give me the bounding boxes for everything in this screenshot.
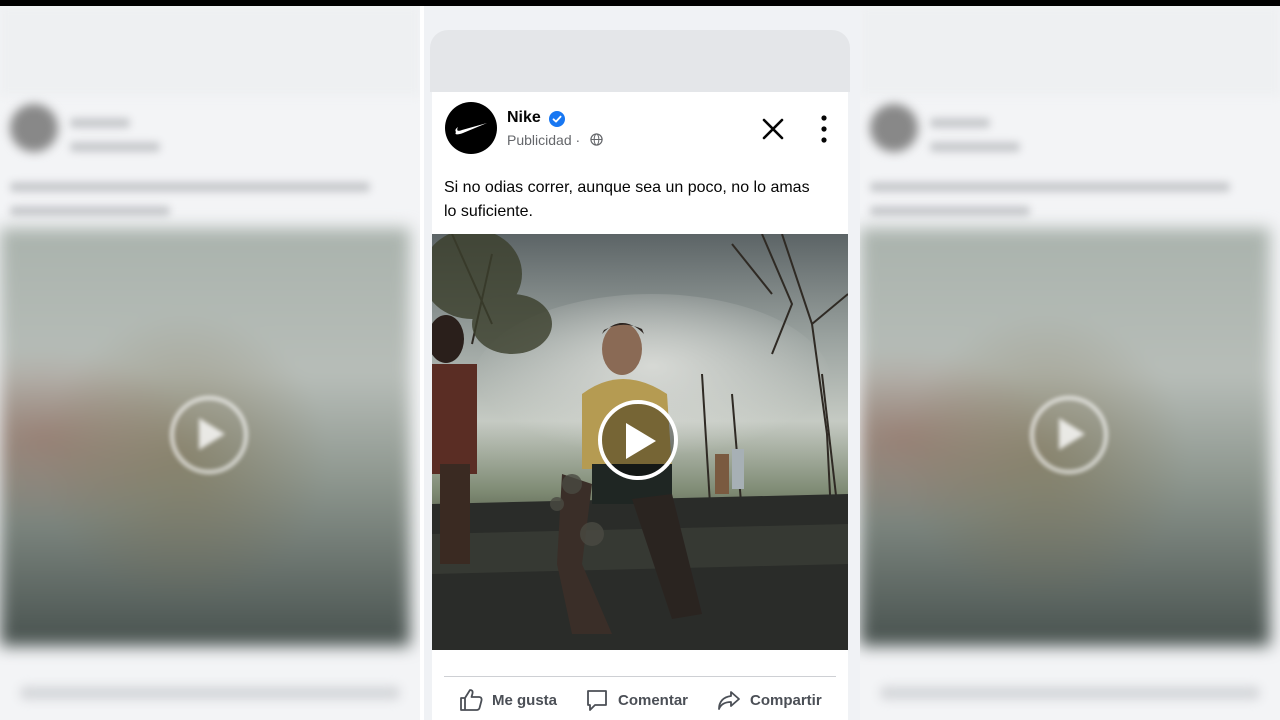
blurred-header [0, 6, 420, 96]
blurred-text-line [870, 182, 1230, 192]
play-icon [626, 423, 656, 459]
post-text: Si no odias correr, aunque sea un poco, … [444, 179, 810, 220]
blurred-text-line [870, 206, 1030, 216]
blurred-avatar [10, 104, 58, 152]
share-button[interactable]: Compartir [716, 684, 822, 716]
verified-icon [549, 111, 565, 127]
close-icon[interactable] [760, 116, 786, 142]
play-button[interactable] [598, 400, 678, 480]
like-label: Me gusta [492, 691, 558, 709]
blurred-header [860, 6, 1280, 96]
author-name[interactable]: Nike [507, 109, 541, 127]
like-button[interactable]: Me gusta [458, 684, 557, 716]
comment-label: Comentar [618, 691, 689, 709]
blurred-text-line [10, 206, 170, 216]
blurred-play-icon [170, 396, 248, 474]
video-thumbnail[interactable] [432, 234, 848, 650]
blurred-sub [70, 142, 160, 152]
blurred-adjacent-post-left [0, 6, 420, 720]
sponsored-label: Publicidad · [507, 132, 581, 148]
more-options-icon[interactable] [812, 112, 836, 146]
globe-icon [590, 133, 603, 146]
ad-post-card: Nike Publicidad · Si no odias correr, au… [432, 92, 848, 720]
phone-frame: Nike Publicidad · Si no odias correr, au… [424, 6, 860, 720]
blurred-action-bar [880, 686, 1260, 700]
comment-button[interactable]: Comentar [584, 684, 688, 716]
like-icon [460, 689, 483, 711]
comment-icon [587, 690, 607, 711]
share-label: Compartir [750, 691, 822, 709]
actions-divider [444, 676, 836, 677]
blurred-play-icon [1030, 396, 1108, 474]
blurred-avatar [870, 104, 918, 152]
blurred-adjacent-post-right [860, 6, 1280, 720]
nike-logo-icon[interactable] [445, 102, 497, 154]
blurred-sub [930, 142, 1020, 152]
blurred-name [70, 118, 130, 128]
blurred-action-bar [20, 686, 400, 700]
phone-top-area [430, 30, 850, 92]
share-icon [718, 691, 740, 710]
blurred-text-line [10, 182, 370, 192]
blurred-name [930, 118, 990, 128]
